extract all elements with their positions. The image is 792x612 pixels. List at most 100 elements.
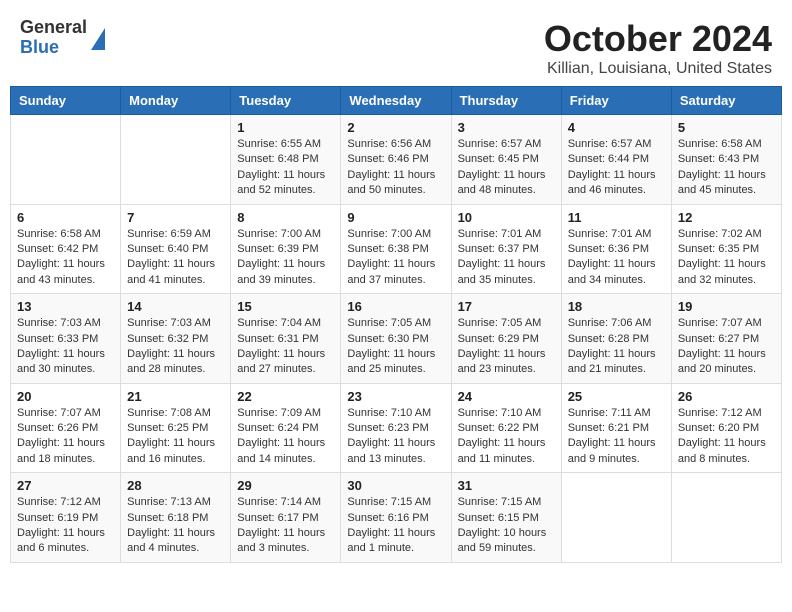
calendar-cell: 1Sunrise: 6:55 AMSunset: 6:48 PMDaylight… [231,115,341,205]
day-number: 5 [678,120,775,135]
calendar-cell: 25 Sunrise: 7:11 AMSunset: 6:21 PMDayligh… [561,383,671,473]
day-number: 3 [458,120,555,135]
calendar-cell: 10Sunrise: 7:01 AMSunset: 6:37 PMDayligh… [451,204,561,294]
day-number: 29 [237,478,334,493]
day-detail: Sunrise: 7:04 AMSunset: 6:31 PMDaylight:… [237,316,334,378]
calendar-cell: 8 Sunrise: 7:00 AMSunset: 6:39 PMDaylight… [231,204,341,294]
day-detail: Sunrise: 7:09 AMSunset: 6:24 PMDaylight:… [237,406,334,468]
day-detail: Sunrise: 7:05 AMSunset: 6:29 PMDaylight:… [458,316,555,378]
day-detail: Sunrise: 7:13 AMSunset: 6:18 PMDaylight:… [127,495,224,557]
calendar-cell: 16 Sunrise: 7:05 AMSunset: 6:30 PMDayligh… [341,294,451,384]
day-detail: Sunrise: 7:00 AMSunset: 6:38 PMDaylight:… [347,227,444,289]
page-header: General Blue October 2024 Killian, Louis… [10,10,782,82]
header-monday: Monday [121,87,231,115]
day-number: 2 [347,120,444,135]
title-block: October 2024 Killian, Louisiana, United … [544,18,772,78]
calendar-week-5: 27 Sunrise: 7:12 AMSunset: 6:19 PMDayligh… [11,473,782,563]
calendar-cell: 2 Sunrise: 6:56 AMSunset: 6:46 PMDaylight… [341,115,451,205]
day-number: 20 [17,389,114,404]
logo-blue: Blue [20,38,87,58]
day-number: 25 [568,389,665,404]
day-detail: Sunrise: 7:15 AMSunset: 6:15 PMDaylight:… [458,495,555,557]
day-detail: Sunrise: 7:15 AMSunset: 6:16 PMDaylight:… [347,495,444,557]
day-detail: Sunrise: 7:03 AMSunset: 6:32 PMDaylight:… [127,316,224,378]
calendar-cell: 6 Sunrise: 6:58 AMSunset: 6:42 PMDaylight… [11,204,121,294]
header-thursday: Thursday [451,87,561,115]
header-friday: Friday [561,87,671,115]
day-detail: Sunrise: 6:57 AMSunset: 6:45 PMDaylight:… [458,137,555,199]
day-number: 19 [678,299,775,314]
calendar-table: SundayMondayTuesdayWednesdayThursdayFrid… [10,86,782,563]
day-number: 15 [237,299,334,314]
day-number: 14 [127,299,224,314]
day-number: 1 [237,120,334,135]
day-detail: Sunrise: 7:10 AMSunset: 6:22 PMDaylight:… [458,406,555,468]
calendar-cell: 17 Sunrise: 7:05 AMSunset: 6:29 PMDayligh… [451,294,561,384]
header-sunday: Sunday [11,87,121,115]
day-number: 22 [237,389,334,404]
calendar-cell: 23Sunrise: 7:10 AMSunset: 6:23 PMDayligh… [341,383,451,473]
day-number: 27 [17,478,114,493]
logo: General Blue [20,18,105,58]
calendar-cell: 27 Sunrise: 7:12 AMSunset: 6:19 PMDayligh… [11,473,121,563]
calendar-cell: 30 Sunrise: 7:15 AMSunset: 6:16 PMDayligh… [341,473,451,563]
day-detail: Sunrise: 7:12 AMSunset: 6:20 PMDaylight:… [678,406,775,468]
page-title: October 2024 [544,18,772,60]
calendar-cell: 12Sunrise: 7:02 AMSunset: 6:35 PMDayligh… [671,204,781,294]
day-number: 26 [678,389,775,404]
day-number: 16 [347,299,444,314]
calendar-week-3: 13Sunrise: 7:03 AMSunset: 6:33 PMDayligh… [11,294,782,384]
day-detail: Sunrise: 7:00 AMSunset: 6:39 PMDaylight:… [237,227,334,289]
calendar-cell: 7Sunrise: 6:59 AMSunset: 6:40 PMDaylight… [121,204,231,294]
calendar-week-2: 6 Sunrise: 6:58 AMSunset: 6:42 PMDaylight… [11,204,782,294]
calendar-body: 1Sunrise: 6:55 AMSunset: 6:48 PMDaylight… [11,115,782,563]
logo-text: General Blue [20,18,87,58]
day-detail: Sunrise: 7:07 AMSunset: 6:27 PMDaylight:… [678,316,775,378]
day-number: 17 [458,299,555,314]
header-row: SundayMondayTuesdayWednesdayThursdayFrid… [11,87,782,115]
calendar-cell: 11Sunrise: 7:01 AMSunset: 6:36 PMDayligh… [561,204,671,294]
day-number: 9 [347,210,444,225]
calendar-cell: 31Sunrise: 7:15 AMSunset: 6:15 PMDayligh… [451,473,561,563]
day-detail: Sunrise: 6:58 AMSunset: 6:42 PMDaylight:… [17,227,114,289]
calendar-cell: 29Sunrise: 7:14 AMSunset: 6:17 PMDayligh… [231,473,341,563]
calendar-cell: 5 Sunrise: 6:58 AMSunset: 6:43 PMDaylight… [671,115,781,205]
day-number: 8 [237,210,334,225]
calendar-cell: 19 Sunrise: 7:07 AMSunset: 6:27 PMDayligh… [671,294,781,384]
calendar-cell: 18 Sunrise: 7:06 AMSunset: 6:28 PMDayligh… [561,294,671,384]
header-tuesday: Tuesday [231,87,341,115]
day-detail: Sunrise: 6:59 AMSunset: 6:40 PMDaylight:… [127,227,224,289]
day-detail: Sunrise: 7:06 AMSunset: 6:28 PMDaylight:… [568,316,665,378]
day-number: 21 [127,389,224,404]
day-detail: Sunrise: 7:07 AMSunset: 6:26 PMDaylight:… [17,406,114,468]
calendar-cell: 13Sunrise: 7:03 AMSunset: 6:33 PMDayligh… [11,294,121,384]
day-detail: Sunrise: 7:05 AMSunset: 6:30 PMDaylight:… [347,316,444,378]
calendar-cell: 9 Sunrise: 7:00 AMSunset: 6:38 PMDaylight… [341,204,451,294]
day-detail: Sunrise: 6:56 AMSunset: 6:46 PMDaylight:… [347,137,444,199]
calendar-cell: 3 Sunrise: 6:57 AMSunset: 6:45 PMDaylight… [451,115,561,205]
header-wednesday: Wednesday [341,87,451,115]
day-number: 28 [127,478,224,493]
day-number: 18 [568,299,665,314]
day-detail: Sunrise: 7:03 AMSunset: 6:33 PMDaylight:… [17,316,114,378]
calendar-cell [671,473,781,563]
day-detail: Sunrise: 7:02 AMSunset: 6:35 PMDaylight:… [678,227,775,289]
day-detail: Sunrise: 7:11 AMSunset: 6:21 PMDaylight:… [568,406,665,468]
day-detail: Sunrise: 7:12 AMSunset: 6:19 PMDaylight:… [17,495,114,557]
calendar-cell [11,115,121,205]
page-subtitle: Killian, Louisiana, United States [544,60,772,78]
calendar-cell [561,473,671,563]
calendar-cell: 4Sunrise: 6:57 AMSunset: 6:44 PMDaylight… [561,115,671,205]
day-detail: Sunrise: 6:57 AMSunset: 6:44 PMDaylight:… [568,137,665,199]
day-number: 30 [347,478,444,493]
day-number: 6 [17,210,114,225]
day-detail: Sunrise: 7:08 AMSunset: 6:25 PMDaylight:… [127,406,224,468]
day-number: 23 [347,389,444,404]
calendar-cell: 24Sunrise: 7:10 AMSunset: 6:22 PMDayligh… [451,383,561,473]
calendar-cell: 22 Sunrise: 7:09 AMSunset: 6:24 PMDayligh… [231,383,341,473]
calendar-cell: 28 Sunrise: 7:13 AMSunset: 6:18 PMDayligh… [121,473,231,563]
day-detail: Sunrise: 7:01 AMSunset: 6:36 PMDaylight:… [568,227,665,289]
day-detail: Sunrise: 6:58 AMSunset: 6:43 PMDaylight:… [678,137,775,199]
logo-general: General [20,18,87,38]
calendar-cell: 15 Sunrise: 7:04 AMSunset: 6:31 PMDayligh… [231,294,341,384]
